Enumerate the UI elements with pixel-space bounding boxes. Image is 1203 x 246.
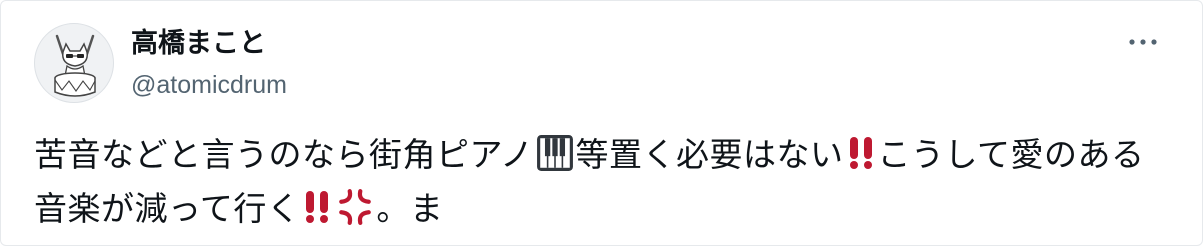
more-options-button[interactable]: [1123, 27, 1163, 57]
post-card: 高橋まこと @atomicdrum 苦音などと言うのなら街角ピアノ 等置く必要はな…: [0, 0, 1203, 246]
author-display-name[interactable]: 高橋まこと: [131, 27, 266, 61]
post-text-segment: 苦音などと言うのなら街角ピアノ: [34, 135, 534, 174]
drummer-cat-avatar-icon: [54, 34, 96, 97]
author-handle[interactable]: @atomicdrum: [131, 69, 287, 101]
double-exclamation-icon: [302, 188, 332, 239]
piano-keys-icon: [536, 134, 574, 185]
double-exclamation-icon: [846, 134, 876, 185]
more-horizontal-icon: [1129, 39, 1157, 45]
post-text-segment: 等置く必要はない: [575, 135, 844, 174]
post-text-segment: 。ま: [376, 189, 444, 228]
anger-symbol-icon: [336, 188, 374, 239]
avatar[interactable]: [34, 23, 114, 103]
post-text: 苦音などと言うのなら街角ピアノ 等置く必要はない こうして愛のある音楽が減って行く。…: [34, 131, 1174, 239]
